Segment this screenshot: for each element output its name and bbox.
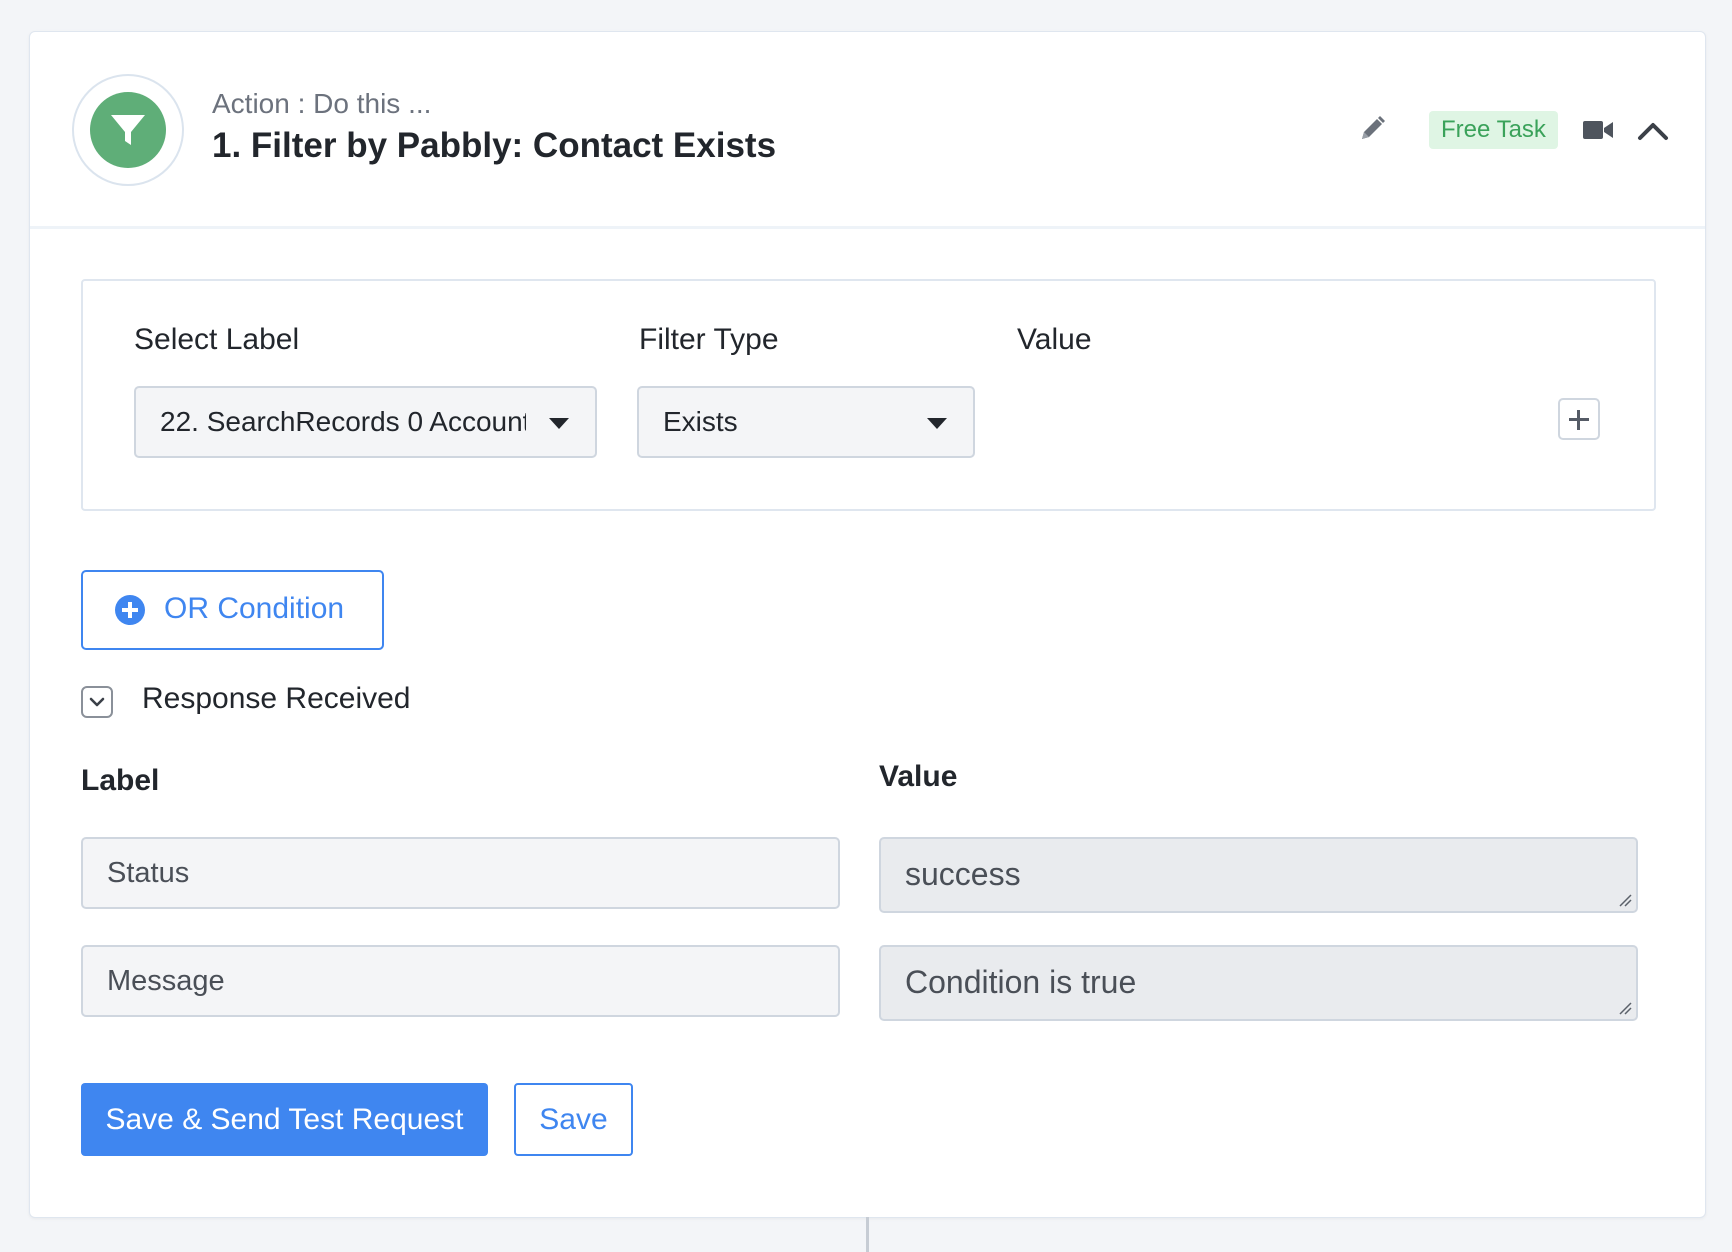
filter-type-value: Exists <box>663 406 738 437</box>
filter-icon <box>90 92 166 168</box>
value-column-heading: Value <box>879 760 958 793</box>
caret-down-icon <box>927 418 947 429</box>
step-title: 1. Filter by Pabbly: Contact Exists <box>212 126 777 165</box>
response-value-text: success <box>905 856 1021 892</box>
workflow-connector-line <box>866 1217 869 1252</box>
caret-down-icon <box>549 418 569 429</box>
filter-condition-box: Select Label Filter Type Value 22. Searc… <box>81 279 1656 511</box>
save-and-send-test-request-button[interactable]: Save & Send Test Request <box>81 1083 488 1156</box>
or-condition-label: OR Condition <box>164 592 345 625</box>
response-received-heading: Response Received <box>142 682 411 715</box>
edit-icon[interactable] <box>1355 112 1389 146</box>
label-column-heading: Label <box>81 764 160 797</box>
save-button[interactable]: Save <box>514 1083 633 1156</box>
response-toggle-chevron-icon[interactable] <box>81 686 113 718</box>
resize-grip-icon[interactable] <box>1618 893 1632 907</box>
response-value-field[interactable]: Condition is true <box>879 945 1638 1021</box>
card-header: Action : Do this ... 1. Filter by Pabbly… <box>30 32 1705 229</box>
free-task-badge: Free Task <box>1429 111 1558 149</box>
or-condition-button[interactable]: OR Condition <box>81 570 384 650</box>
video-icon[interactable] <box>1582 118 1614 142</box>
plus-circle-icon <box>115 595 145 625</box>
select-label-value: 22. SearchRecords 0 Account <box>160 406 526 437</box>
chevron-up-icon[interactable] <box>1636 116 1670 146</box>
response-label-field[interactable]: Status <box>81 837 840 909</box>
select-label-dropdown[interactable]: 22. SearchRecords 0 Account <box>134 386 597 458</box>
filter-type-dropdown[interactable]: Exists <box>637 386 975 458</box>
step-type-label: Action : Do this ... <box>212 88 432 119</box>
response-label-field[interactable]: Message <box>81 945 840 1017</box>
action-card: Action : Do this ... 1. Filter by Pabbly… <box>29 31 1706 1218</box>
filter-type-heading: Filter Type <box>639 323 779 356</box>
response-value-text: Condition is true <box>905 964 1137 1000</box>
select-label-heading: Select Label <box>134 323 300 356</box>
app-logo <box>72 74 184 186</box>
value-heading: Value <box>1017 323 1092 356</box>
response-value-field[interactable]: success <box>879 837 1638 913</box>
add-condition-plus-icon[interactable] <box>1558 398 1600 440</box>
resize-grip-icon[interactable] <box>1618 1001 1632 1015</box>
